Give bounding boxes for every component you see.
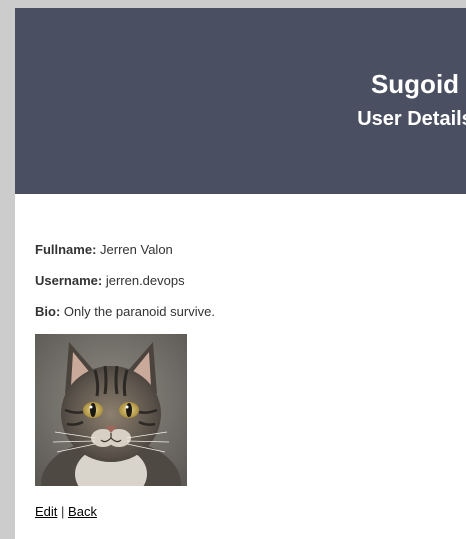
fullname-value: Jerren Valon — [100, 242, 173, 257]
edit-link[interactable]: Edit — [35, 504, 57, 519]
cat-photo — [35, 334, 187, 486]
page-header: Sugoid User Details — [15, 8, 466, 194]
back-link[interactable]: Back — [68, 504, 97, 519]
page-container: Sugoid User Details Fullname: Jerren Val… — [15, 8, 466, 539]
username-value: jerren.devops — [105, 273, 185, 288]
bio-label: Bio: — [35, 304, 61, 319]
avatar — [35, 334, 187, 486]
bio-field: Bio: Only the paranoid survive. — [35, 304, 215, 320]
link-separator: | — [61, 504, 65, 519]
username-field: Username: jerren.devops — [35, 273, 185, 289]
site-title: Sugoid — [370, 69, 460, 99]
username-label: Username: — [35, 273, 103, 288]
action-links: Edit | Back — [35, 504, 97, 520]
fullname-label: Fullname: — [35, 242, 97, 257]
fullname-field: Fullname: Jerren Valon — [35, 242, 173, 258]
bio-value: Only the paranoid survive. — [63, 304, 215, 319]
page-title: User Details — [357, 108, 466, 130]
